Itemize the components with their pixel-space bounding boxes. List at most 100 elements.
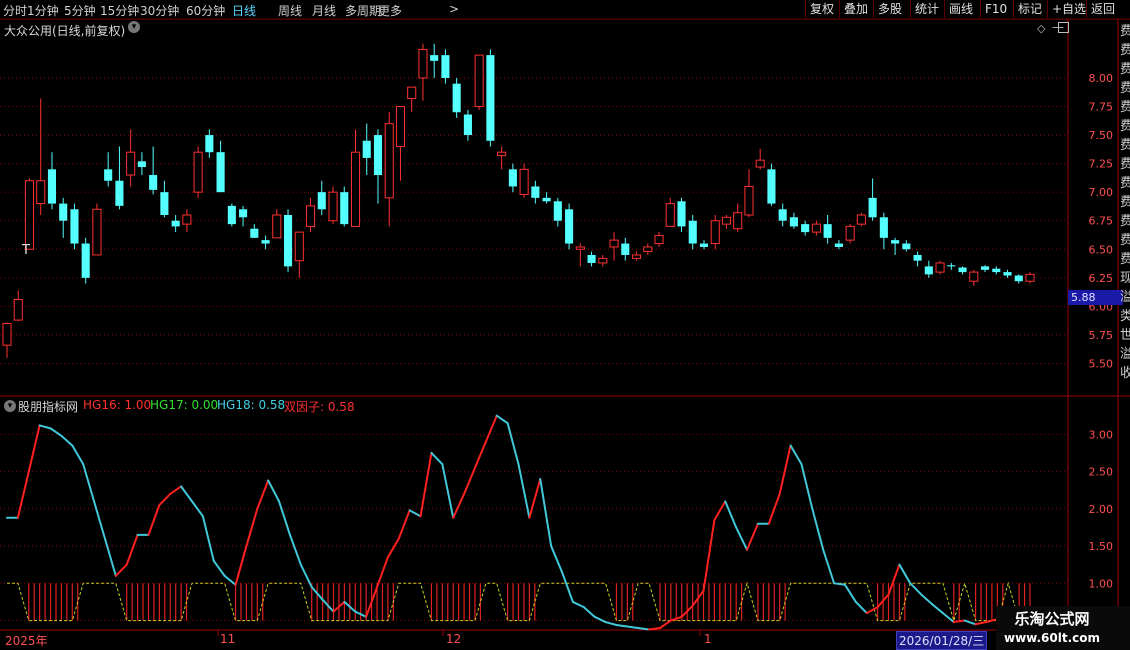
candle-body [755,159,765,168]
hg18-segment [484,414,498,443]
candle-body [283,215,293,267]
candle-body [710,220,720,245]
hg18-segment [397,509,411,540]
price-tick-label: 5.75 [1089,329,1114,342]
right-info-strip: 费费费费费费费费费费费费费现溢类世溢收 [1120,24,1130,381]
hg18-segment [114,563,128,577]
current-date-badge: 2026/01/28/三 [896,631,988,650]
candle-body [160,192,169,215]
candle-body [958,267,967,273]
hg18-segment [517,463,531,519]
hg18-segment [408,509,422,518]
price-tick-label: 7.00 [1089,186,1114,199]
candle-body [452,83,461,113]
hg18-segment [909,582,923,596]
hg18-segment [147,504,161,536]
candle-body [92,208,102,256]
hg18-segment [38,424,52,430]
candle-body [587,254,596,263]
candle-body [317,192,326,210]
candle-body [845,225,855,241]
candle-body [879,217,888,238]
hg18-segment [854,600,868,615]
hg18-segment [267,479,281,503]
indicator-tick-label: 1.00 [1089,577,1114,590]
candle-body [474,54,484,108]
candle-body [913,254,922,261]
candle-body [823,224,832,238]
hg18-segment [539,478,553,548]
candle-body [665,203,675,227]
candle-body [272,214,282,239]
candle-body [81,243,90,278]
candle-body [171,220,180,227]
candle-body [384,123,394,199]
candle-body [519,168,529,195]
price-tick-label: 6.25 [1089,272,1114,285]
hg18-segment [463,466,476,495]
candle-body [609,239,619,248]
candle-body [947,265,956,267]
candle-body [1014,275,1023,282]
candle-body [137,161,146,168]
chart-canvas[interactable]: 5.505.756.006.256.506.757.007.257.507.75… [0,0,1130,650]
candle-body [36,180,46,205]
candle-body [969,271,979,282]
hg18-segment [506,422,520,466]
candle-body [891,240,900,244]
candle-body [677,201,686,227]
chevron-down-icon[interactable]: ▾ [128,21,140,33]
candle-body [733,212,743,230]
price-tick-label: 5.50 [1089,357,1114,370]
candle-body [362,140,371,158]
candle-body [721,216,732,225]
candle-body [441,55,450,78]
candle-body [239,209,248,218]
hg18-segment [495,414,509,425]
candle-body [789,217,798,227]
hg18-segment [931,603,944,615]
hg18-segment [637,627,651,631]
hg18-segment [778,444,792,495]
price-tick-label: 7.50 [1089,129,1114,142]
candle-body [486,55,495,141]
hg18-segment [103,537,117,577]
stock-title: 大众公用(日线,前复权) [4,24,126,38]
candle-body [418,48,428,79]
hg18-segment [376,556,389,589]
hg18-segment [234,545,248,586]
candle-body [868,197,877,218]
left-marker: T [22,243,30,258]
date-dec: 12 [446,632,462,646]
maximize-icon[interactable] [1058,22,1069,33]
candle-body [70,209,79,244]
hg18-segment [974,621,988,626]
diamond-icon[interactable]: ◇ [1037,22,1045,35]
candle-body [553,201,562,221]
candle-body [643,246,653,253]
candle-body [250,228,259,238]
hg18-segment [822,548,836,585]
candle-body [575,246,585,250]
hg18-segment [473,440,487,469]
candle-body [778,209,787,221]
hg18-segment [299,563,313,589]
hg18-segment [593,615,607,624]
candle-body [1025,273,1035,282]
candle-body [497,151,507,157]
indicator-chevron-icon[interactable]: ▾ [4,400,16,412]
date-jan: 1 [704,632,712,646]
last-price-marker: 5.88 [1068,290,1123,305]
hg18-segment [528,478,542,519]
hg18-segment [27,424,41,473]
price-tick-label: 8.00 [1089,72,1114,85]
hg18-segment [648,627,661,631]
indicator-title: 股朋指标网 [18,400,79,414]
candle-body [340,192,349,225]
hg18-segment [811,507,825,551]
candle-body [598,257,608,264]
candle-body [654,235,664,245]
candle-body [216,152,225,193]
price-tick-label: 6.50 [1089,243,1114,256]
candle-body [621,243,630,255]
